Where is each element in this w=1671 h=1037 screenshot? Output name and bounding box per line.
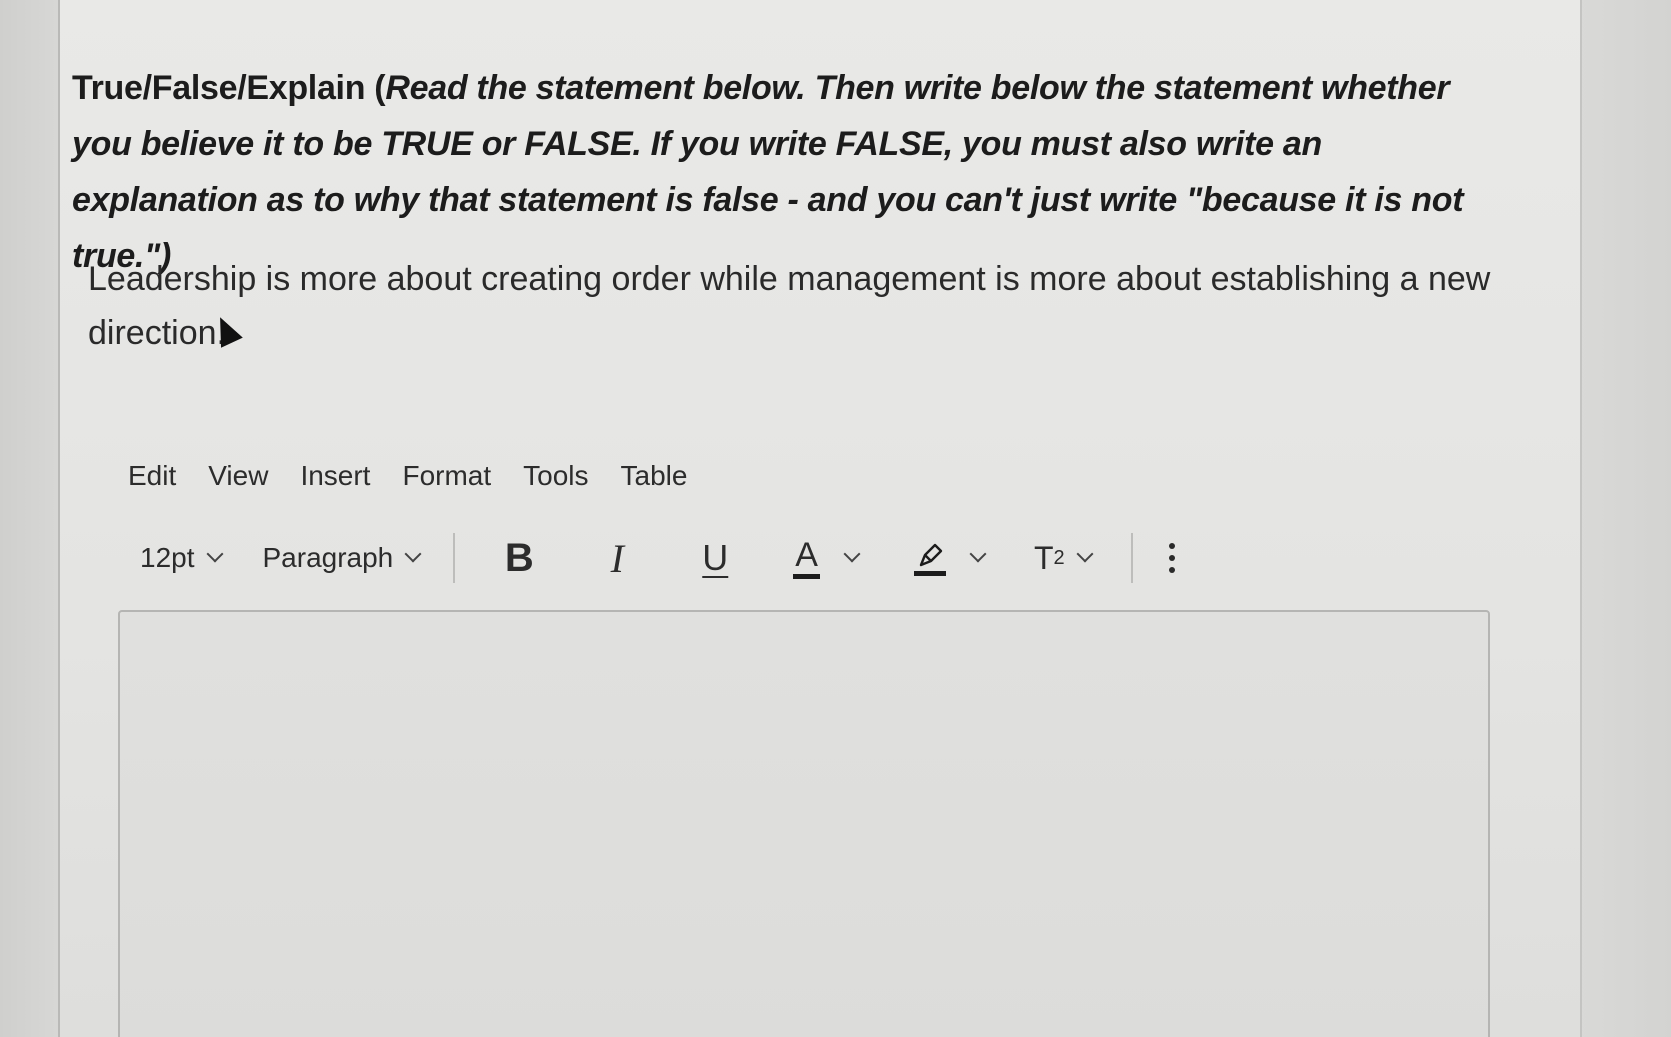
dot	[1168, 567, 1175, 573]
highlight-color-button[interactable]	[900, 537, 998, 580]
text-color-icon: A	[793, 538, 820, 579]
question-statement: Leadership is more about creating order …	[88, 260, 1491, 352]
chevron-down-icon	[843, 545, 861, 563]
menu-table[interactable]: Table	[605, 452, 704, 500]
answer-editor[interactable]	[118, 610, 1490, 1037]
menu-view[interactable]: View	[192, 452, 284, 500]
highlight-color-bar	[913, 570, 946, 576]
superscript-button[interactable]: T2	[1020, 536, 1105, 581]
menu-tools[interactable]: Tools	[507, 452, 604, 500]
toolbar-divider	[453, 533, 456, 583]
dot	[1168, 555, 1175, 561]
superscript-exp: 2	[1053, 546, 1065, 569]
chevron-down-icon	[206, 545, 223, 563]
text-color-button[interactable]: A	[779, 534, 872, 583]
font-size-select[interactable]: 12pt	[128, 536, 233, 580]
menu-insert[interactable]: Insert	[284, 452, 386, 500]
highlighter-icon	[913, 541, 946, 576]
chevron-down-icon	[404, 545, 422, 563]
block-format-select[interactable]: Paragraph	[251, 536, 432, 580]
editor-toolbar: 12pt Paragraph B I U A T2	[128, 528, 1189, 588]
editor-menubar: Edit View Insert Format Tools Table	[112, 452, 703, 500]
font-size-value: 12pt	[140, 542, 195, 573]
block-format-value: Paragraph	[262, 542, 394, 573]
dot	[1168, 543, 1175, 549]
bold-button[interactable]: B	[485, 532, 553, 585]
more-options-icon[interactable]	[1155, 537, 1189, 579]
superscript-base: T	[1033, 539, 1054, 576]
menu-edit[interactable]: Edit	[112, 452, 192, 500]
italic-button[interactable]: I	[583, 531, 651, 586]
menu-format[interactable]: Format	[386, 452, 507, 500]
pen-icon	[919, 543, 943, 566]
toolbar-divider	[1130, 533, 1133, 583]
chevron-down-icon	[969, 545, 987, 563]
question-instructions: True/False/Explain (Read the statement b…	[72, 60, 1512, 284]
instructions-lead: True/False/Explain (	[72, 69, 386, 107]
chevron-down-icon	[1076, 545, 1094, 563]
screen: True/False/Explain (Read the statement b…	[0, 0, 1671, 1037]
underline-button[interactable]: U	[681, 533, 749, 583]
